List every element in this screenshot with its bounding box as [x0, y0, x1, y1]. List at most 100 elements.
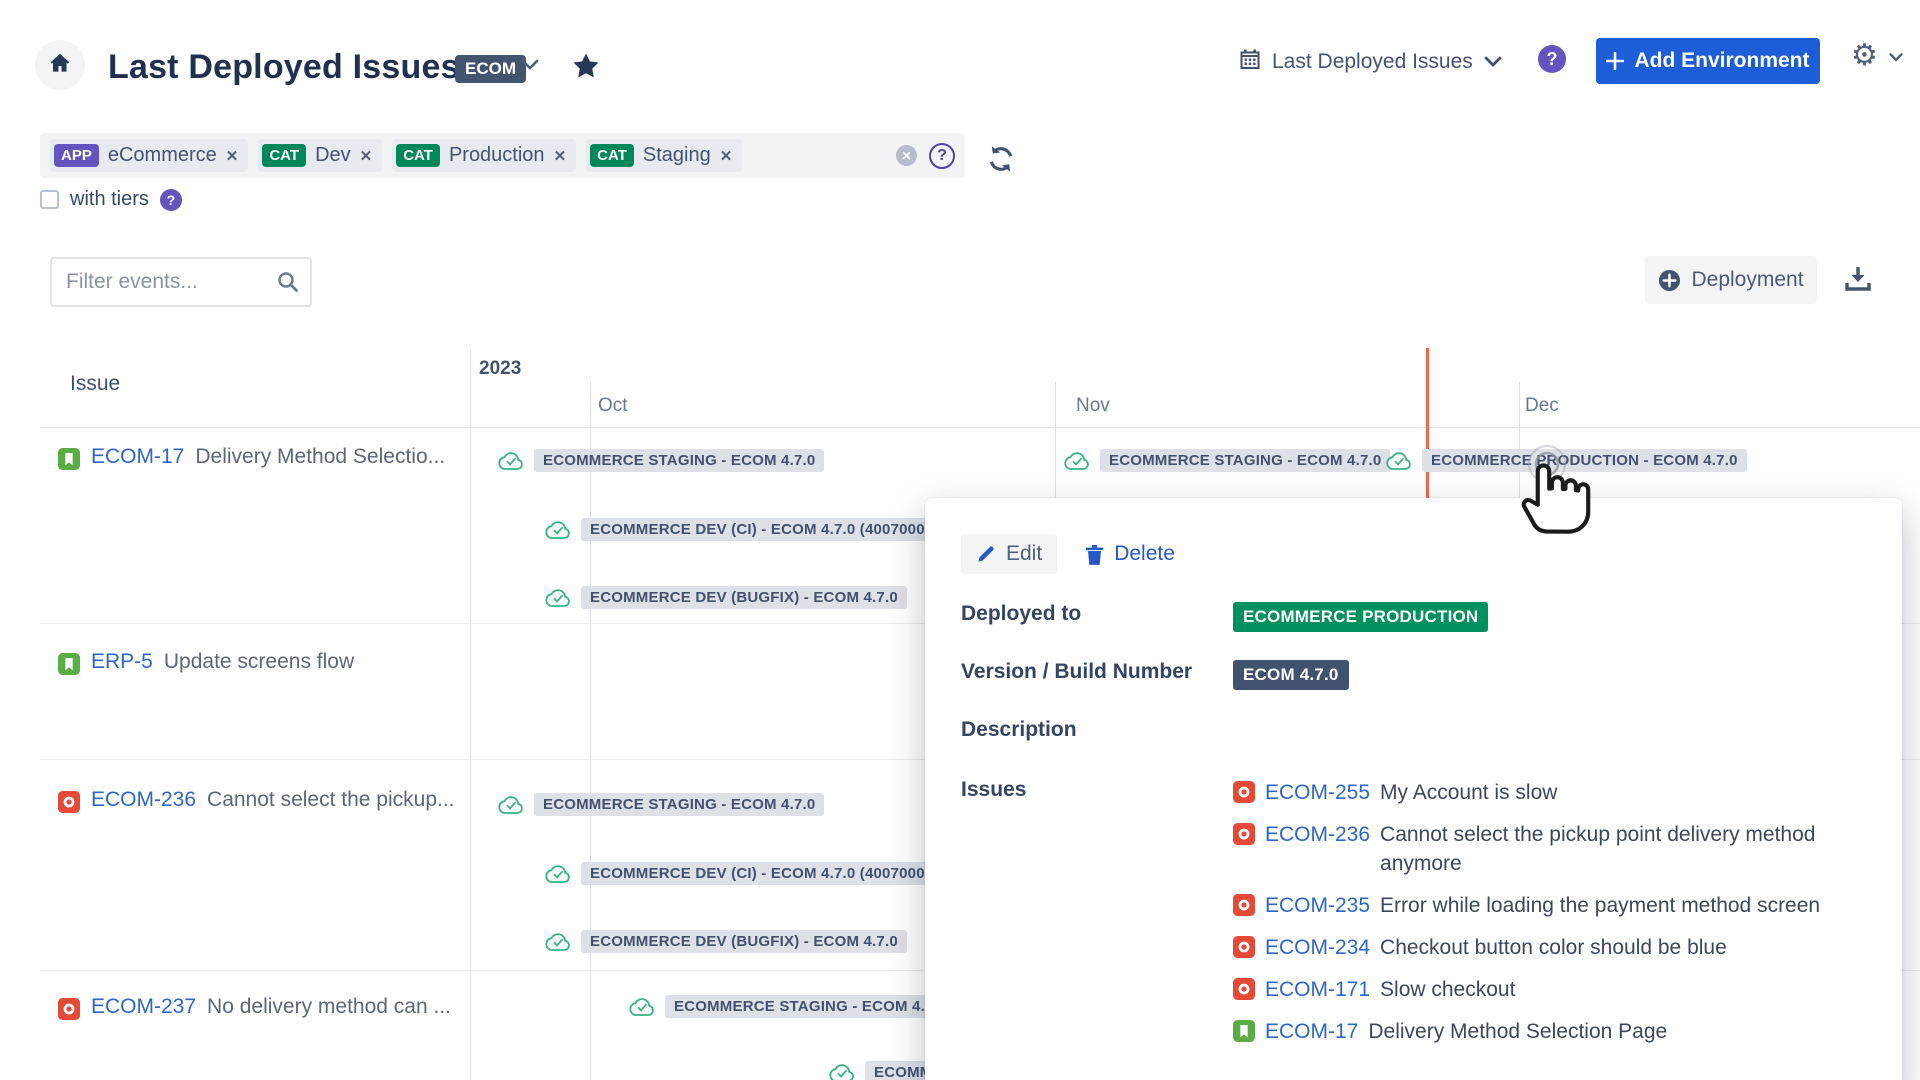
deployment-event[interactable]: ECOMMERCE DEV (CI) - ECOM 4.7.0 (4007000…: [544, 515, 956, 543]
calendar-icon: [1238, 47, 1262, 76]
deployment-event[interactable]: ECOMMERCE DEV (BUGFIX) - ECOM 4.7.0: [544, 583, 907, 611]
add-deployment-button[interactable]: Deployment: [1645, 256, 1817, 304]
bug-icon: [1233, 936, 1255, 958]
timeline-year-label: 2023: [479, 358, 521, 380]
plus-circle-icon: [1658, 269, 1681, 292]
cloud-check-icon: [1063, 450, 1091, 471]
cloud-check-icon: [544, 931, 572, 952]
filter-chip-app[interactable]: APP eCommerce ✕: [50, 139, 248, 172]
timeline-month-gridline: [590, 382, 591, 1080]
list-item: ECOM-171 Slow checkout: [1233, 975, 1850, 1004]
version-badge: ECOM 4.7.0: [1233, 660, 1349, 690]
issue-key-link[interactable]: ECOM-171: [1265, 975, 1370, 1004]
issue-key-link[interactable]: ECOM-17: [91, 445, 184, 469]
issue-key-link[interactable]: ECOM-235: [1265, 891, 1370, 920]
hand-cursor-icon: [1518, 452, 1596, 538]
bug-icon: [1233, 781, 1255, 803]
filter-bar: APP eCommerce ✕ CAT Dev ✕ CAT Production…: [40, 133, 965, 178]
filter-chip-cat-production[interactable]: CAT Production ✕: [392, 139, 576, 172]
issue-key-link[interactable]: ECOM-17: [1265, 1017, 1358, 1046]
clear-filters-icon[interactable]: ✕: [896, 145, 917, 166]
with-tiers-help-icon[interactable]: ?: [160, 189, 182, 211]
chevron-down-icon[interactable]: [1888, 50, 1904, 68]
issue-key-link[interactable]: ECOM-236: [91, 788, 196, 812]
issue-key-link[interactable]: ERP-5: [91, 650, 153, 674]
with-tiers-option: with tiers ?: [40, 188, 182, 211]
gear-icon[interactable]: ⚙: [1851, 38, 1878, 73]
view-selector-label: Last Deployed Issues: [1272, 50, 1473, 74]
bug-icon: [58, 998, 80, 1020]
table-row-issue: ECOM-237 No delivery method can ...: [58, 994, 458, 1020]
issue-key-link[interactable]: ECOM-236: [1265, 820, 1370, 849]
list-item: ECOM-235 Error while loading the payment…: [1233, 891, 1850, 920]
filter-help-icon[interactable]: ?: [929, 143, 955, 169]
remove-chip-icon[interactable]: ✕: [360, 147, 373, 165]
cloud-check-icon: [497, 450, 525, 471]
deployment-event[interactable]: ECOMMERCE DEV (BUGFIX) - ECOM 4.7.0: [544, 927, 907, 955]
story-icon: [1233, 1020, 1255, 1042]
deployment-event[interactable]: ECOMMERCE DEV (CI) - ECOM 4.7.0 (4007000…: [544, 859, 956, 887]
filter-chip-cat-dev[interactable]: CAT Dev ✕: [258, 139, 382, 172]
table-row-issue: ECOM-17 Delivery Method Selectio...: [58, 444, 458, 470]
download-icon[interactable]: [1843, 264, 1873, 299]
field-deployed-to: Deployed to ECOMMERCE PRODUCTION: [961, 602, 1866, 632]
bug-icon: [58, 791, 80, 813]
with-tiers-checkbox[interactable]: [40, 190, 59, 209]
cloud-check-icon: [544, 587, 572, 608]
month-label-oct: Oct: [598, 395, 628, 417]
view-selector-dropdown[interactable]: Last Deployed Issues: [1238, 47, 1503, 76]
environment-badge: ECOMMERCE PRODUCTION: [1233, 602, 1488, 632]
deployment-event[interactable]: ECOMMERCE STAGING - ECOM 4.7.0: [497, 790, 824, 818]
project-badge: ECOM: [455, 55, 526, 83]
deployment-event[interactable]: ECOMMERCE STAGING - ECOM 4.7.0: [497, 446, 824, 474]
delete-button[interactable]: Delete: [1077, 534, 1183, 574]
bug-icon: [1233, 823, 1255, 845]
field-version-build: Version / Build Number ECOM 4.7.0: [961, 660, 1866, 690]
home-button[interactable]: [35, 40, 85, 90]
list-item: ECOM-236 Cannot select the pickup point …: [1233, 820, 1850, 878]
page-title: Last Deployed Issues: [108, 48, 460, 87]
bug-icon: [1233, 894, 1255, 916]
favorite-star-icon[interactable]: [570, 50, 602, 87]
today-marker-line: [1426, 348, 1429, 500]
list-item: ECOM-255 My Account is slow: [1233, 778, 1850, 807]
filter-chip-cat-staging[interactable]: CAT Staging ✕: [586, 139, 742, 172]
story-icon: [58, 448, 80, 470]
remove-chip-icon[interactable]: ✕: [720, 147, 733, 165]
cloud-check-icon: [628, 996, 656, 1017]
chevron-down-icon: [1483, 55, 1503, 69]
month-label-nov: Nov: [1076, 395, 1110, 417]
deployment-event[interactable]: ECOMMERCE STAGING - ECOM 4.7.1: [628, 992, 955, 1020]
issue-key-link[interactable]: ECOM-234: [1265, 933, 1370, 962]
add-environment-button[interactable]: Add Environment: [1596, 38, 1820, 84]
deployment-details-popup: Edit Delete Deployed to ECOMMERCE PRODUC…: [925, 498, 1902, 1080]
issue-key-link[interactable]: ECOM-255: [1265, 778, 1370, 807]
cloud-check-icon: [544, 863, 572, 884]
table-row-issue: ERP-5 Update screens flow: [58, 649, 458, 675]
issue-key-link[interactable]: ECOM-237: [91, 995, 196, 1019]
table-header-divider: [40, 427, 1920, 428]
cloud-check-icon: [828, 1062, 856, 1080]
trash-icon: [1085, 544, 1104, 565]
home-icon: [47, 50, 73, 81]
cloud-check-icon: [1385, 450, 1413, 471]
edit-button[interactable]: Edit: [961, 534, 1057, 574]
list-item: ECOM-17 Delivery Method Selection Page: [1233, 1017, 1850, 1046]
remove-chip-icon[interactable]: ✕: [554, 147, 567, 165]
story-icon: [58, 653, 80, 675]
field-issues: Issues ECOM-255 My Account is slow ECOM-…: [961, 778, 1866, 1059]
search-icon: [276, 270, 300, 294]
remove-chip-icon[interactable]: ✕: [226, 147, 239, 165]
cloud-check-icon: [544, 519, 572, 540]
month-label-dec: Dec: [1525, 395, 1559, 417]
chevron-down-icon[interactable]: [520, 58, 540, 77]
deployment-event[interactable]: ECOMMERCE STAGING - ECOM 4.7.0: [1063, 446, 1390, 474]
pencil-icon: [976, 544, 996, 564]
bug-icon: [1233, 978, 1255, 1000]
refresh-icon[interactable]: [985, 143, 1017, 180]
help-icon[interactable]: ?: [1538, 45, 1566, 73]
table-row-issue: ECOM-236 Cannot select the pickup...: [58, 787, 458, 813]
plus-icon: [1606, 52, 1624, 70]
filter-events-input[interactable]: [50, 257, 312, 307]
cloud-check-icon: [497, 794, 525, 815]
